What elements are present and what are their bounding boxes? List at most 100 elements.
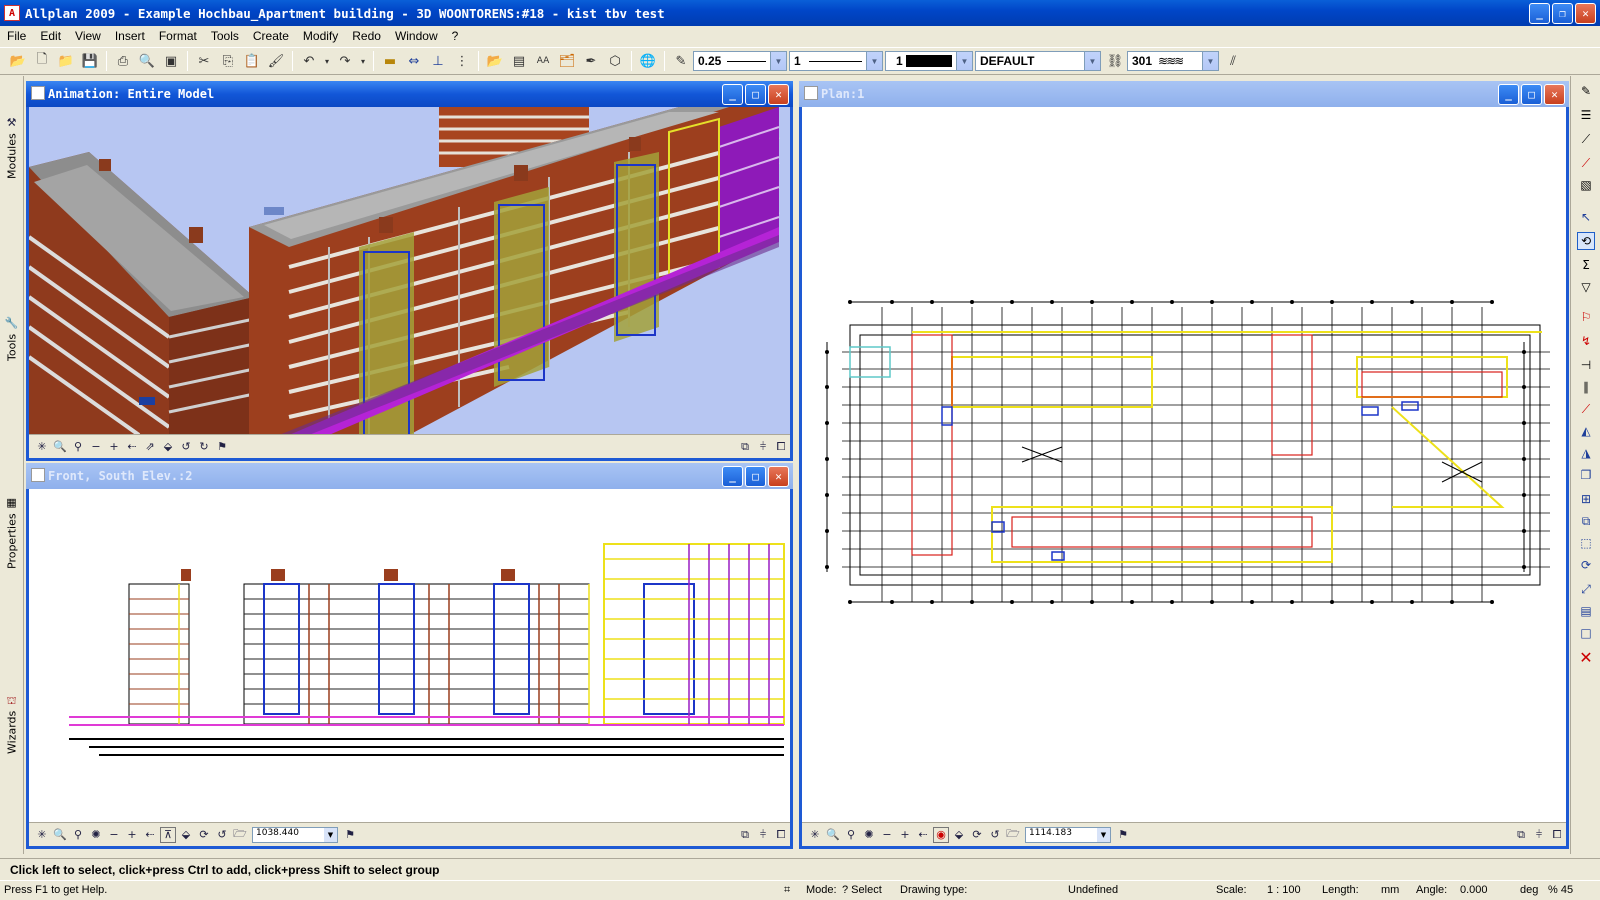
animation-close-button[interactable]: ✕ <box>768 84 789 105</box>
fileset-icon[interactable]: ▤ <box>509 51 529 71</box>
copy-element-icon[interactable]: ❐ <box>1577 466 1595 484</box>
export-icon[interactable]: ▣ <box>161 51 181 71</box>
3d-model-render[interactable] <box>29 107 790 435</box>
rotate-right-icon[interactable]: ↻ <box>196 439 212 455</box>
open-file-icon[interactable]: 📁 <box>56 51 76 71</box>
zoom-icon[interactable]: 🔍 <box>52 827 68 843</box>
drawing-type-value[interactable]: Undefined <box>1068 884 1118 896</box>
rotate-left-icon[interactable]: ↺ <box>987 827 1003 843</box>
layer-select[interactable]: DEFAULT ▼ <box>975 51 1101 71</box>
allplan-app-icon[interactable]: A <box>4 5 20 21</box>
modify-line-icon[interactable]: ⟋ <box>1577 154 1595 172</box>
stretch-icon[interactable]: ⬚ <box>1577 534 1595 552</box>
scale-icon[interactable]: ⤢ <box>1577 580 1595 598</box>
print-preview-icon[interactable]: 🔍 <box>137 51 157 71</box>
plan-minimize-button[interactable]: _ <box>1498 84 1519 105</box>
angle-unit[interactable]: deg <box>1520 884 1538 896</box>
group-icon[interactable]: □ <box>1577 624 1595 642</box>
angle-value[interactable]: 0.000 <box>1460 884 1488 896</box>
layer-open-icon[interactable]: 📂 <box>485 51 505 71</box>
dimension-icon[interactable]: ▬ <box>380 51 400 71</box>
zoom-out-icon[interactable]: − <box>879 827 895 843</box>
menu-window[interactable]: Window <box>388 29 445 43</box>
previous-view-icon[interactable]: ⇠ <box>142 827 158 843</box>
orbit-icon[interactable]: ⚲ <box>70 439 86 455</box>
paste-icon[interactable]: 📋 <box>242 51 262 71</box>
zoom-icon[interactable]: 🔍 <box>825 827 841 843</box>
trim-icon[interactable]: ⟋ <box>1577 400 1595 418</box>
filter-icon[interactable]: ▽ <box>1577 278 1595 296</box>
zoom-in-icon[interactable]: + <box>124 827 140 843</box>
copy-icon[interactable]: ⎘ <box>218 51 238 71</box>
floor-plan-drawing[interactable] <box>802 107 1566 823</box>
new-file-icon[interactable]: 🗋 <box>32 51 52 71</box>
parallel-icon[interactable]: ∥ <box>1577 378 1595 396</box>
globe-icon[interactable]: 🌐 <box>638 51 658 71</box>
dimension-line-icon[interactable]: ⇔ <box>404 51 424 71</box>
plan-zoom-input[interactable]: 1114.183 ▼ <box>1025 826 1111 843</box>
split-icon[interactable]: ⊞ <box>1577 490 1595 508</box>
text-icon[interactable]: AA <box>533 51 553 71</box>
pen-thickness-icon[interactable]: ✎ <box>671 51 691 71</box>
previous-view-icon[interactable]: ⇠ <box>124 439 140 455</box>
pen-tool-icon[interactable]: ✒ <box>581 51 601 71</box>
print-icon[interactable]: ⎙ <box>113 51 133 71</box>
eyedropper-icon[interactable]: ✎ <box>1577 82 1595 100</box>
front-minimize-button[interactable]: _ <box>722 466 743 487</box>
pan-icon[interactable]: ✳ <box>807 827 823 843</box>
menu-insert[interactable]: Insert <box>108 29 152 43</box>
layer-stack-icon[interactable]: ☰ <box>1577 106 1595 124</box>
previous-view-icon[interactable]: ⇠ <box>915 827 931 843</box>
window-layout-icon[interactable]: ⧉ <box>1513 827 1529 843</box>
folder-view-icon[interactable]: 🗁 <box>1005 827 1021 843</box>
next-view-icon[interactable]: ⇗ <box>142 439 158 455</box>
edit-point-icon[interactable]: ↯ <box>1577 332 1595 350</box>
vertical-split-icon[interactable]: ⫩ <box>755 827 771 843</box>
front-zoom-input[interactable]: 1038.440 ▼ <box>252 826 338 843</box>
line-type-select[interactable]: 1 ▼ <box>789 51 883 71</box>
viewport-flag-icon[interactable]: ⚑ <box>342 827 358 843</box>
front-close-button[interactable]: ✕ <box>768 466 789 487</box>
mirror-copy-icon[interactable]: ◮ <box>1577 444 1595 462</box>
object-manager-icon[interactable]: 🗂 <box>557 51 577 71</box>
redo-dropdown-icon[interactable]: ▾ <box>359 51 367 71</box>
camera-icon[interactable]: ⬙ <box>160 439 176 455</box>
window-layout-icon[interactable]: ⧉ <box>737 827 753 843</box>
scale-value[interactable]: 1 : 100 <box>1267 884 1301 896</box>
line-tool-icon[interactable]: ⟋ <box>1577 130 1595 148</box>
vertical-split-icon[interactable]: ⫩ <box>755 439 771 455</box>
match-icon[interactable]: ▤ <box>1577 602 1595 620</box>
3d-cube-icon[interactable]: ⬡ <box>605 51 625 71</box>
zoom-out-icon[interactable]: − <box>106 827 122 843</box>
section-icon[interactable]: ⊼ <box>160 826 176 843</box>
menu-tools[interactable]: Tools <box>204 29 246 43</box>
distort-icon[interactable]: ⧉ <box>1577 512 1595 530</box>
undo-icon[interactable]: ↶ <box>299 51 319 71</box>
select-arrow-icon[interactable]: ↖ <box>1577 208 1595 226</box>
object-icon[interactable]: ▧ <box>1577 176 1595 194</box>
color-select[interactable]: 1 ▼ <box>885 51 973 71</box>
plan-maximize-button[interactable]: □ <box>1521 84 1542 105</box>
menu-redo[interactable]: Redo <box>345 29 388 43</box>
pan-icon[interactable]: ✳ <box>34 439 50 455</box>
regenerate-icon[interactable]: ✺ <box>88 827 104 843</box>
offset-icon[interactable]: ⊣ <box>1577 356 1595 374</box>
project-open-icon[interactable]: 📂 <box>8 51 28 71</box>
dock-tab-properties[interactable]: Properties ▦ <box>2 496 22 676</box>
menu-create[interactable]: Create <box>246 29 296 43</box>
hatch-pattern-icon[interactable]: ⛓ <box>1105 51 1125 71</box>
rotate-left-icon[interactable]: ↺ <box>178 439 194 455</box>
close-button[interactable]: ✕ <box>1575 3 1596 24</box>
menu-view[interactable]: View <box>68 29 108 43</box>
fit-view-icon[interactable]: ⟳ <box>196 827 212 843</box>
rotate-left-icon[interactable]: ↺ <box>214 827 230 843</box>
plan-view-icon[interactable]: ◉ <box>933 826 949 843</box>
menu-edit[interactable]: Edit <box>33 29 68 43</box>
save-icon[interactable]: 💾 <box>80 51 100 71</box>
format-painter-icon[interactable]: 🖌 <box>266 51 286 71</box>
redo-icon[interactable]: ↷ <box>335 51 355 71</box>
zoom-in-icon[interactable]: + <box>897 827 913 843</box>
menu-modify[interactable]: Modify <box>296 29 345 43</box>
copy-view-icon[interactable]: ⧠ <box>1549 827 1565 843</box>
format-properties-icon[interactable]: ⫽ <box>1223 51 1243 71</box>
